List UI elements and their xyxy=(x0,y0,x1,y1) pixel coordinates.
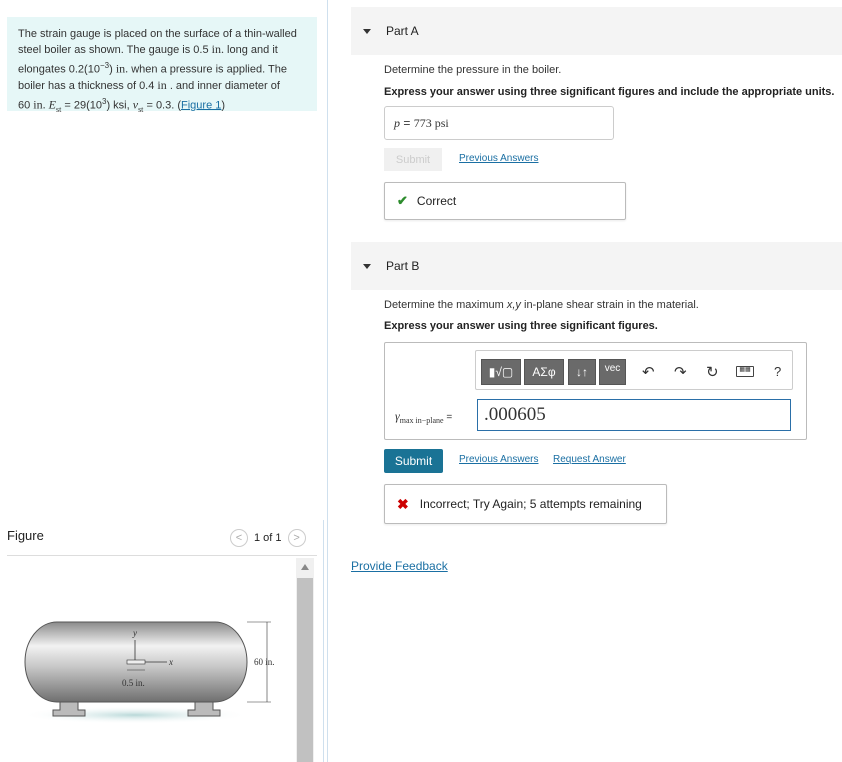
problem-text: elongates 0.2(10 xyxy=(18,63,100,76)
problem-exponent: −3 xyxy=(99,61,110,70)
problem-text: boiler has a thickness of 0.4 xyxy=(18,79,158,92)
figure-scrollbar[interactable] xyxy=(296,558,314,762)
greek-symbols-button[interactable]: ΑΣφ xyxy=(524,359,564,385)
label-gauge-length: 0.5 in. xyxy=(122,678,145,688)
figure-link[interactable]: Figure 1 xyxy=(181,99,221,111)
scroll-thumb[interactable] xyxy=(297,578,313,762)
problem-symbol: E xyxy=(45,97,56,112)
reset-icon[interactable]: ↻ xyxy=(706,365,719,380)
answer-value: 773 psi xyxy=(413,115,449,130)
problem-text: = 0.3. ( xyxy=(143,99,182,112)
question-text: in-plane shear strain in the material. xyxy=(520,299,699,311)
feedback-text: Incorrect; Try Again; 5 attempts remaini… xyxy=(419,497,642,511)
problem-text: ) xyxy=(221,99,226,112)
request-answer-link[interactable]: Request Answer xyxy=(553,454,626,465)
boiler-figure: y x 0.5 in. 60 in. xyxy=(20,621,275,724)
provide-feedback-link[interactable]: Provide Feedback xyxy=(351,559,448,573)
x-mark-icon: ✖ xyxy=(397,495,409,512)
problem-unit: in. xyxy=(33,97,46,112)
problem-unit: in. xyxy=(115,61,129,76)
problem-unit: in. xyxy=(211,42,224,56)
vector-button[interactable]: vec xyxy=(599,359,626,385)
feedback-text: Correct xyxy=(416,194,457,208)
problem-text: long and it xyxy=(224,44,278,56)
panel-divider xyxy=(327,0,328,762)
equals-sign: = xyxy=(400,116,414,130)
part-b-question: Determine the maximum x,y in-plane shear… xyxy=(384,299,699,311)
redo-icon[interactable]: ↷ xyxy=(674,365,687,380)
problem-text: The strain gauge is placed on the surfac… xyxy=(18,28,297,40)
chevron-left-icon[interactable]: < xyxy=(230,529,248,547)
collapse-triangle-icon[interactable] xyxy=(363,28,371,34)
part-b-title: Part B xyxy=(386,259,420,273)
figure-page-count: 1 of 1 xyxy=(254,532,282,544)
gamma-subscript: max in−plane xyxy=(399,416,444,425)
question-text: Determine the maximum xyxy=(384,299,507,311)
problem-text: steel boiler as shown. The gauge is 0.5 xyxy=(18,44,209,56)
help-button[interactable]: ? xyxy=(774,365,781,378)
figure-pager: < 1 of 1 > xyxy=(230,529,306,547)
question-variable: x,y xyxy=(506,299,521,311)
math-toolbar: ▮√▢ ΑΣφ ↓↑ vec ↶ ↷ ↻ ▦▦ ? xyxy=(475,350,793,390)
subscript-superscript-button[interactable]: ↓↑ xyxy=(568,359,596,385)
problem-text: 60 xyxy=(18,99,34,112)
label-diameter: 60 in. xyxy=(254,657,275,667)
answer-input[interactable]: .000605 xyxy=(477,399,791,431)
scroll-up-icon[interactable] xyxy=(301,564,309,570)
label-y: y xyxy=(132,628,137,638)
figure-title: Figure xyxy=(7,528,44,543)
part-b-instruction: Express your answer using three signific… xyxy=(384,320,658,332)
label-x: x xyxy=(168,657,173,667)
gamma-label: γmax in−plane = xyxy=(395,409,455,425)
problem-unit: in xyxy=(157,77,167,92)
checkmark-icon: ✔ xyxy=(397,193,408,208)
part-b-header[interactable]: Part B xyxy=(351,242,842,290)
chevron-right-icon[interactable]: > xyxy=(287,529,306,547)
part-a-previous-answers-link[interactable]: Previous Answers xyxy=(459,153,538,164)
part-a-question: Determine the pressure in the boiler. xyxy=(384,64,562,76)
divider xyxy=(7,555,317,556)
problem-text: ) ksi, xyxy=(106,99,133,112)
collapse-triangle-icon[interactable] xyxy=(363,263,371,269)
part-b-feedback: ✖ Incorrect; Try Again; 5 attempts remai… xyxy=(384,484,667,524)
problem-text: when a pressure is applied. The xyxy=(128,63,287,76)
problem-text: = 29(10 xyxy=(61,99,102,112)
part-b-submit-button[interactable]: Submit xyxy=(384,449,443,473)
part-a-instruction: Express your answer using three signific… xyxy=(384,86,835,98)
problem-statement: The strain gauge is placed on the surfac… xyxy=(7,17,317,114)
part-a-feedback: ✔ Correct xyxy=(384,182,626,220)
problem-text: . and inner diameter of xyxy=(166,79,280,92)
left-panel: The strain gauge is placed on the surfac… xyxy=(0,0,328,762)
part-a-header[interactable]: Part A xyxy=(351,7,842,55)
problem-text: ) xyxy=(109,63,116,76)
keyboard-icon[interactable]: ▦▦ xyxy=(736,366,754,377)
strain-gauge xyxy=(126,659,146,665)
templates-button[interactable]: ▮√▢ xyxy=(481,359,521,385)
part-a-submit-button: Submit xyxy=(384,148,442,171)
part-a-title: Part A xyxy=(386,24,419,38)
panel-divider xyxy=(323,520,324,762)
part-b-previous-answers-link[interactable]: Previous Answers xyxy=(459,454,538,465)
equals-sign: = xyxy=(443,412,455,423)
undo-icon[interactable]: ↶ xyxy=(642,365,655,380)
part-a-answer-field: p = 773 psi xyxy=(384,106,614,140)
answer-editor: ▮√▢ ΑΣφ ↓↑ vec ↶ ↷ ↻ ▦▦ ? γmax in−plane … xyxy=(384,342,807,440)
